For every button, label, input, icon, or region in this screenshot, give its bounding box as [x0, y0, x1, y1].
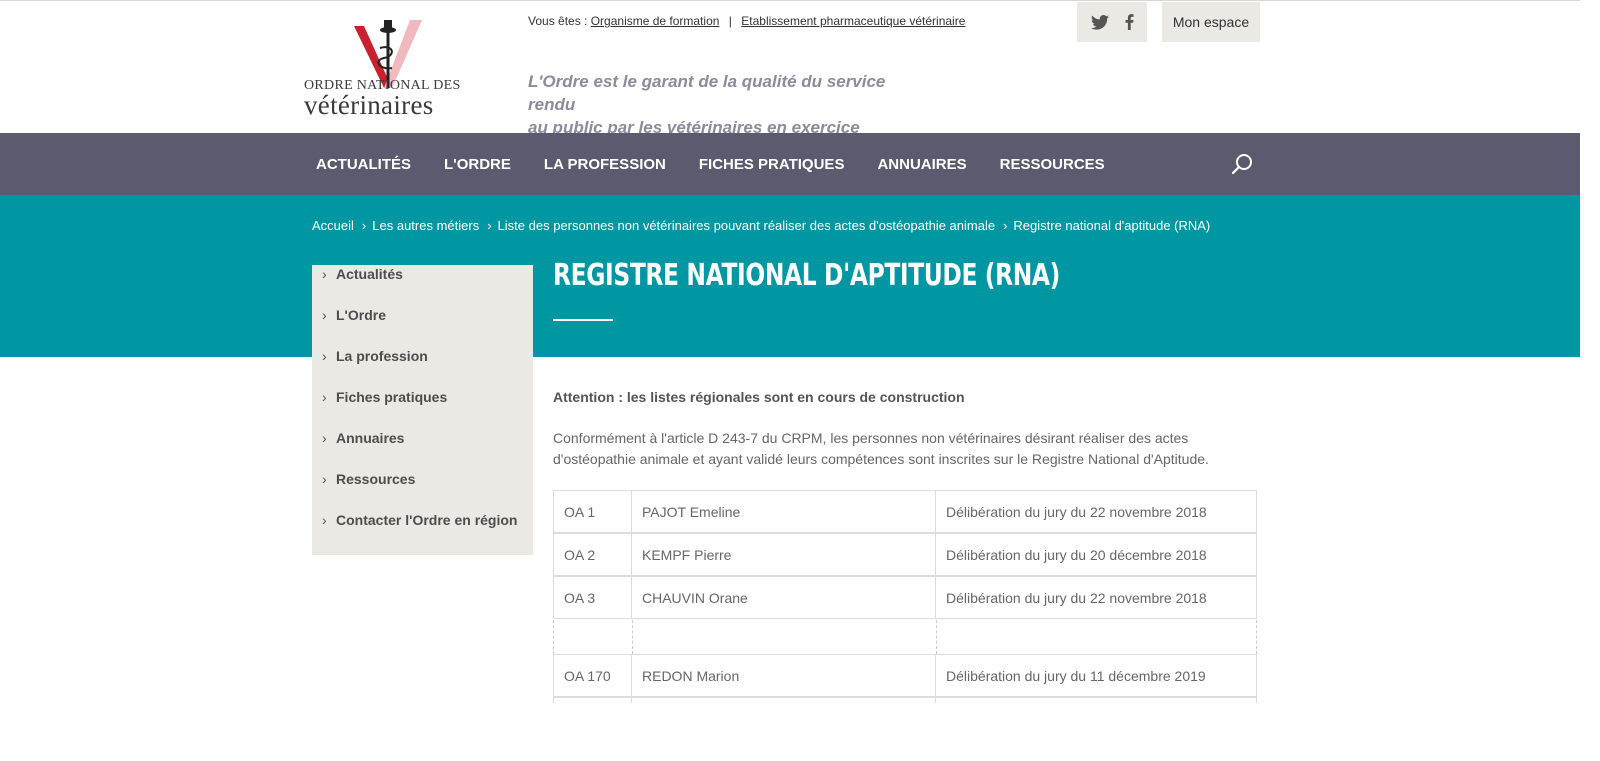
breadcrumb-item-accueil[interactable]: Accueil: [312, 218, 354, 233]
sidebar-item-label: Contacter l'Ordre en région: [336, 512, 518, 528]
table-cell-number: [554, 698, 632, 703]
nav-item-la-profession[interactable]: LA PROFESSION: [544, 156, 666, 173]
table-gap-divider: [936, 620, 937, 654]
intro-paragraph: Conformément à l'article D 243-7 du CRPM…: [553, 430, 1209, 467]
audience-links: Vous êtes : Organisme de formation | Eta…: [528, 14, 965, 28]
table-cell-deliberation: Délibération du jury du 11 décembre 2019: [946, 667, 1206, 684]
tagline-line-1: L'Ordre est le garant de la qualité du s…: [528, 72, 886, 114]
breadcrumb: Accueil › Les autres métiers › Liste des…: [312, 218, 1210, 233]
twitter-icon[interactable]: [1090, 14, 1109, 30]
audience-label: Vous êtes :: [528, 14, 588, 28]
table-row: OA 3 CHAUVIN Orane Délibération du jury …: [553, 576, 1257, 619]
sidebar-item-label: Annuaires: [336, 430, 405, 446]
table-cell-number: OA 2: [554, 534, 632, 575]
breadcrumb-item-autres-metiers[interactable]: Les autres métiers: [372, 218, 479, 233]
table-cell-deliberation: Délibération du jury du 22 novembre 2018: [946, 589, 1207, 606]
breadcrumb-item-current: Registre national d'aptitude (RNA): [1013, 218, 1211, 233]
table-truncation-gap: [553, 620, 1257, 654]
page-title: REGISTRE NATIONAL D'APTITUDE (RNA): [553, 258, 1060, 293]
chevron-right-icon: ›: [322, 430, 327, 446]
title-underline: [553, 319, 613, 321]
sidebar-item-label: La profession: [336, 348, 428, 364]
table-row: OA 170 REDON Marion Délibération du jury…: [553, 654, 1257, 697]
chevron-right-icon: ›: [361, 218, 367, 233]
nav-item-actualites[interactable]: ACTUALITÉS: [316, 156, 411, 173]
table-cell-number: OA 3: [554, 577, 632, 618]
mon-espace-button[interactable]: Mon espace: [1162, 2, 1260, 42]
breadcrumb-item-liste-personnes[interactable]: Liste des personnes non vétérinaires pou…: [498, 218, 996, 233]
logo-text-bottom: vétérinaires: [304, 90, 434, 120]
sidebar-item-annuaires[interactable]: › Annuaires: [322, 430, 404, 446]
table-row: OA 2 KEMPF Pierre Délibération du jury d…: [553, 533, 1257, 576]
link-etablissement-pharmaceutique[interactable]: Etablissement pharmaceutique vétérinaire: [741, 14, 965, 28]
table-gap-divider: [632, 620, 633, 654]
facebook-icon[interactable]: [1125, 14, 1134, 30]
table-cell-name: REDON Marion: [632, 655, 936, 696]
chevron-right-icon: ›: [322, 512, 327, 528]
table-cell-name: PAJOT Emeline: [632, 491, 936, 532]
site-tagline: L'Ordre est le garant de la qualité du s…: [528, 70, 928, 139]
chevron-right-icon: ›: [1003, 218, 1008, 233]
attention-notice: Attention : les listes régionales sont e…: [553, 389, 965, 405]
sidebar-item-label: L'Ordre: [336, 307, 387, 323]
table-cell-name: CHAUVIN Orane: [632, 577, 936, 618]
sidebar-item-contacter[interactable]: › Contacter l'Ordre en région: [322, 512, 517, 528]
chevron-right-icon: ›: [322, 307, 327, 323]
site-logo[interactable]: ORDRE NATIONAL DES vétérinaires: [304, 18, 480, 120]
main-navigation: ACTUALITÉS L'ORDRE LA PROFESSION FICHES …: [0, 133, 1580, 195]
chevron-right-icon: ›: [322, 389, 327, 405]
chevron-right-icon: ›: [322, 348, 327, 364]
chevron-right-icon: ›: [322, 471, 327, 487]
social-links: [1077, 2, 1147, 42]
table-cell-number: OA 1: [554, 491, 632, 532]
sidebar-item-actualites[interactable]: › Actualités: [322, 266, 403, 282]
table-cell-name: [632, 698, 936, 703]
search-icon[interactable]: [1230, 152, 1254, 176]
nav-item-fiches-pratiques[interactable]: FICHES PRATIQUES: [699, 156, 845, 173]
sidebar-item-label: Actualités: [336, 266, 403, 282]
table-row: OA 1 PAJOT Emeline Délibération du jury …: [553, 490, 1257, 533]
sidebar-item-label: Fiches pratiques: [336, 389, 448, 405]
sidebar-item-ressources[interactable]: › Ressources: [322, 471, 415, 487]
nav-item-annuaires[interactable]: ANNUAIRES: [877, 156, 966, 173]
sidebar-item-fiches-pratiques[interactable]: › Fiches pratiques: [322, 389, 447, 405]
sidebar-item-lordre[interactable]: › L'Ordre: [322, 307, 386, 323]
link-organisme-formation[interactable]: Organisme de formation: [591, 14, 720, 28]
chevron-right-icon: ›: [487, 218, 492, 233]
table-cell-number: OA 170: [554, 655, 632, 696]
nav-item-ressources[interactable]: RESSOURCES: [1000, 156, 1105, 173]
nav-item-lordre[interactable]: L'ORDRE: [444, 156, 511, 173]
table-row-partial: [553, 697, 1257, 703]
top-border: [0, 0, 1580, 1]
table-cell-name: KEMPF Pierre: [632, 534, 936, 575]
sidebar-item-la-profession[interactable]: › La profession: [322, 348, 428, 364]
chevron-right-icon: ›: [322, 266, 327, 282]
sidebar-menu: › Actualités › L'Ordre › La profession › Fic…: [312, 265, 533, 555]
audience-separator: |: [728, 14, 732, 28]
table-cell-deliberation: Délibération du jury du 22 novembre 2018: [946, 503, 1207, 520]
sidebar-item-label: Ressources: [336, 471, 416, 487]
table-cell-deliberation: Délibération du jury du 20 décembre 2018: [946, 546, 1207, 563]
